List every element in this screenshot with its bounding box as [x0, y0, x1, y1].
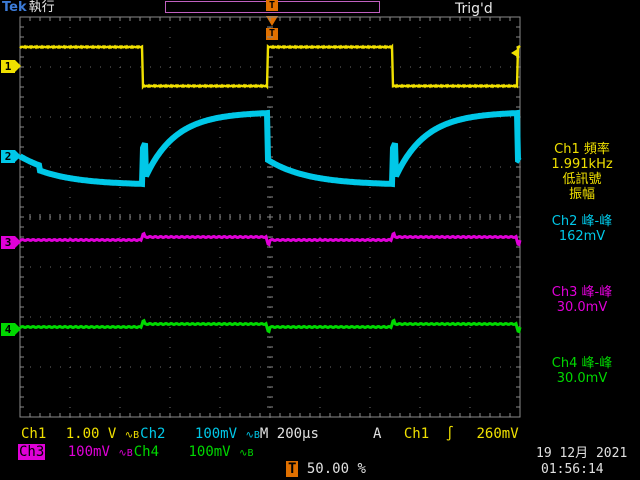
timebase-label: M	[259, 426, 269, 442]
ch3-scale[interactable]: 100mV	[68, 444, 110, 460]
trigger-level-arrow-icon	[511, 48, 519, 58]
measurement-ch2-pk-pk: Ch2 峰-峰 162mV	[532, 214, 632, 244]
ch4-label[interactable]: Ch4	[133, 444, 160, 460]
status-row-1: Ch1 1.00 V ∿BCh2 100mV ∿BM 200µs	[20, 427, 319, 441]
trigger-source[interactable]: Ch1	[404, 426, 429, 442]
status-row-2: Ch3 100mV ∿BCh4 100mV ∿B	[18, 444, 254, 460]
trigger-position-readout: T 50.00 %	[286, 461, 366, 477]
ch3-waveform	[19, 231, 522, 247]
meas-label: Ch4 峰-峰	[551, 356, 613, 371]
meas-label: Ch1 頻率	[554, 142, 610, 157]
ch4-scale[interactable]: 100mV	[188, 444, 230, 460]
ch1-label[interactable]: Ch1	[20, 426, 47, 442]
meas-value: 162mV	[558, 229, 606, 244]
meas-value: 30.0mV	[556, 371, 608, 386]
measurement-ch4-pk-pk: Ch4 峰-峰 30.0mV	[532, 356, 632, 386]
trigger-slope-icon: ∫	[445, 426, 455, 442]
trigger-position[interactable]: 50.00 %	[307, 461, 366, 477]
ch3-bandwidth-icon: ∿B	[118, 448, 133, 459]
meas-label: Ch2 峰-峰	[551, 214, 613, 229]
meas-note: 振幅	[568, 187, 595, 202]
ch1-scale[interactable]: 1.00 V	[66, 426, 117, 442]
ch2-scale[interactable]: 100mV	[195, 426, 237, 442]
graticule	[19, 16, 521, 418]
ch3-ground-marker[interactable]: 3	[1, 236, 21, 249]
ch4-bandwidth-icon: ∿B	[239, 448, 254, 459]
meas-value: 1.991kHz	[551, 157, 613, 172]
ch4-waveform	[19, 318, 522, 334]
ch2-label[interactable]: Ch2	[139, 426, 166, 442]
measurement-ch1-frequency: Ch1 頻率 1.991kHz 低訊號 振幅	[532, 142, 632, 202]
ch3-label[interactable]: Ch3	[18, 444, 46, 460]
ch2-ground-marker[interactable]: 2	[1, 150, 21, 163]
ch1-ground-marker[interactable]: 1	[1, 60, 21, 73]
timebase[interactable]: 200µs	[277, 426, 319, 442]
trigger-level[interactable]: 260mV	[476, 426, 518, 442]
trigger-position-icon: T	[286, 461, 299, 477]
meas-label: Ch3 峰-峰	[551, 285, 613, 300]
date: 19 12月 2021	[536, 446, 628, 461]
meas-value: 30.0mV	[556, 300, 608, 315]
oscilloscope-screen: Tek 執行 T T Trig'd 1 2 3 4 Ch1 頻率 1.991kHz…	[0, 0, 640, 480]
measurement-ch3-pk-pk: Ch3 峰-峰 30.0mV	[532, 285, 632, 315]
meas-note: 低訊號	[562, 172, 602, 187]
trigger-settings: A Ch1 ∫ 260mV	[373, 427, 519, 441]
ch2-waveform	[18, 109, 522, 188]
time: 01:56:14	[541, 462, 604, 477]
ch4-ground-marker[interactable]: 4	[1, 323, 21, 336]
trigger-mode[interactable]: A	[373, 426, 381, 442]
ch2-bandwidth-icon: ∿B	[245, 430, 260, 441]
ch1-bandwidth-icon: ∿B	[124, 430, 140, 441]
